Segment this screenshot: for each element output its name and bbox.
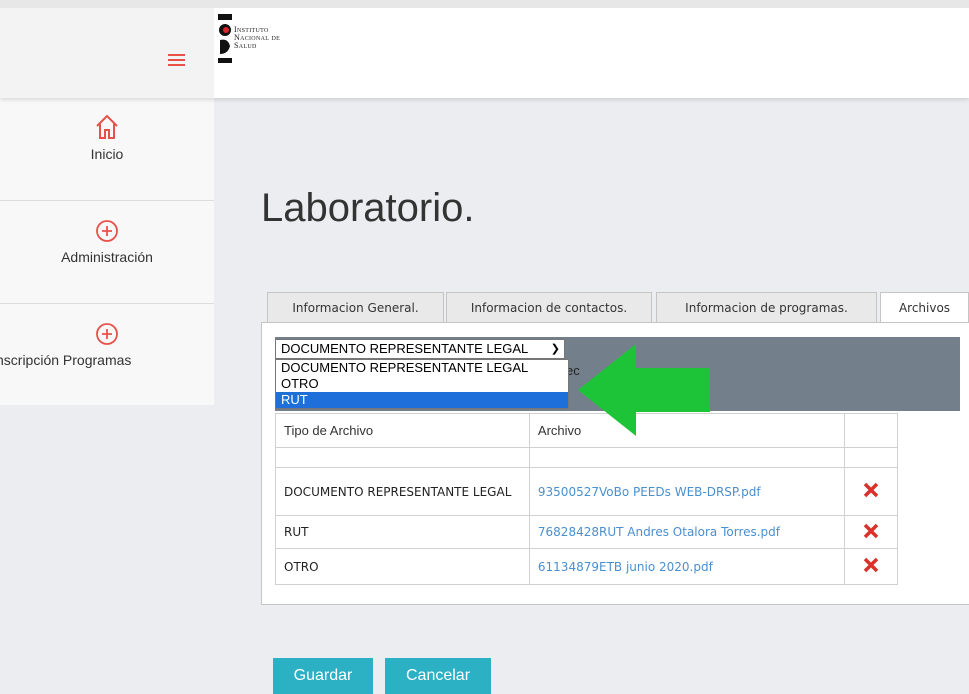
archivo-link[interactable]: 61134879ETB junio 2020.pdf — [528, 548, 846, 585]
tipo-cell: RUT — [275, 515, 530, 549]
logo-text: Instituto Nacional de Salud — [234, 26, 280, 50]
files-table: Tipo de Archivo Archivo DOCUMENTO REPRES… — [275, 413, 898, 585]
page-title: Laboratorio. — [261, 186, 475, 230]
delete-x-icon — [863, 482, 879, 498]
table-row: RUT 76828428RUT Andres Otalora Torres.pd… — [275, 515, 898, 549]
empty-cell — [844, 447, 898, 468]
header-actions — [844, 413, 898, 448]
tipo-cell: OTRO — [275, 548, 530, 585]
guardar-button[interactable]: Guardar — [273, 658, 373, 694]
green-arrow-icon — [578, 344, 710, 436]
home-icon — [96, 114, 118, 139]
sidebar-item-label: Inicio — [90, 146, 124, 162]
sidebar-divider — [0, 200, 214, 201]
logo-mark-icon — [218, 14, 232, 63]
empty-cell — [528, 447, 846, 468]
sidebar-item-inicio[interactable]: Inicio — [0, 114, 214, 162]
delete-button[interactable] — [844, 467, 898, 516]
sidebar-item-inscripcion-programas[interactable]: nscripción Programas — [0, 322, 214, 368]
table-row: DOCUMENTO REPRESENTANTE LEGAL 93500527Vo… — [275, 467, 898, 516]
option-otro[interactable]: OTRO — [276, 376, 568, 392]
table-row-empty — [275, 447, 898, 468]
sidebar-header — [0, 8, 214, 98]
delete-x-icon — [863, 557, 879, 573]
sidebar-item-administracion[interactable]: Administración — [0, 219, 214, 265]
file-type-dropdown[interactable]: DOCUMENTO REPRESENTANTE LEGAL OTRO RUT — [275, 359, 569, 409]
plus-circle-icon — [96, 323, 118, 345]
hamburger-menu-icon[interactable] — [168, 54, 185, 66]
delete-button[interactable] — [844, 515, 898, 549]
sidebar-item-label: nscripción Programas — [0, 352, 132, 368]
tipo-cell: DOCUMENTO REPRESENTANTE LEGAL — [275, 467, 530, 516]
logo-line-3: Salud — [234, 41, 257, 50]
sidebar-item-label: Administración — [61, 249, 153, 265]
archivo-link[interactable]: 76828428RUT Andres Otalora Torres.pdf — [528, 515, 846, 549]
sidebar: Inicio Administración nscripción Program… — [0, 98, 214, 405]
option-rut[interactable]: RUT — [276, 392, 568, 408]
empty-cell — [275, 447, 530, 468]
file-type-select[interactable]: DOCUMENTO REPRESENTANTE LEGAL ❯ — [275, 339, 565, 359]
table-row: OTRO 61134879ETB junio 2020.pdf — [275, 548, 898, 585]
delete-x-icon — [863, 523, 879, 538]
tab-informacion-contactos[interactable]: Informacion de contactos. — [446, 292, 652, 323]
select-value: DOCUMENTO REPRESENTANTE LEGAL — [281, 341, 529, 356]
logo: Instituto Nacional de Salud — [218, 14, 358, 76]
delete-button[interactable] — [844, 548, 898, 585]
plus-circle-icon — [96, 220, 118, 242]
archivo-link[interactable]: 93500527VoBo PEEDs WEB-DRSP.pdf — [528, 467, 846, 516]
cancelar-button[interactable]: Cancelar — [385, 658, 491, 694]
tab-informacion-general[interactable]: Informacion General. — [267, 292, 444, 323]
tab-archivos[interactable]: Archivos — [880, 292, 969, 324]
option-documento-representante-legal[interactable]: DOCUMENTO REPRESENTANTE LEGAL — [276, 360, 568, 376]
top-strip — [0, 0, 969, 8]
tab-informacion-programas[interactable]: Informacion de programas. — [656, 292, 877, 323]
chevron-down-icon: ❯ — [550, 343, 560, 355]
sidebar-divider — [0, 303, 214, 304]
header-tipo-archivo: Tipo de Archivo — [275, 413, 530, 448]
